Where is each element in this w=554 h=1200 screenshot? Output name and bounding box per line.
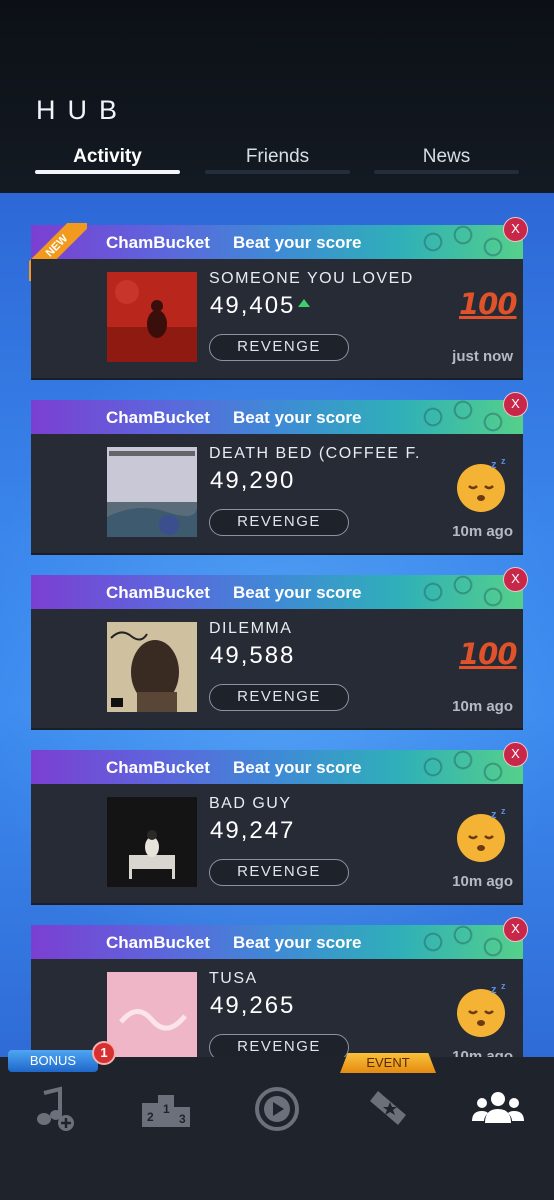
activity-card: ChamBucket Beat your score NEW SOMEONE Y…	[29, 217, 528, 380]
song-title: SOMEONE YOU LOVED	[209, 270, 414, 287]
tab-friends[interactable]: Friends	[205, 144, 350, 174]
activity-message: Beat your score	[233, 583, 362, 602]
ticket-icon[interactable]	[360, 1085, 416, 1135]
sleepy-face-icon: z z	[457, 981, 506, 1037]
song-title: TUSA	[209, 970, 258, 987]
card-body: SOMEONE YOU LOVED 49,405 REVENGE 100 jus…	[31, 259, 523, 380]
score-up-arrow-icon	[298, 299, 311, 307]
revenge-button[interactable]: REVENGE	[209, 334, 349, 361]
card-body: BAD GUY 49,247 REVENGE z z 10m ago	[31, 784, 523, 905]
tab-underline	[205, 170, 350, 174]
tab-activity[interactable]: Activity	[35, 144, 180, 174]
dismiss-button[interactable]: X	[503, 742, 528, 767]
bonus-label[interactable]: BONUS	[8, 1050, 98, 1072]
timestamp: just now	[452, 348, 513, 365]
activity-card: ChamBucket Beat your score TUSA 49,265 R…	[31, 917, 528, 1057]
revenge-button[interactable]: REVENGE	[209, 684, 349, 711]
activity-message: Beat your score	[233, 758, 362, 777]
svg-text:3: 3	[179, 1112, 186, 1126]
activity-card: ChamBucket Beat your score DILEMMA 49,58…	[31, 567, 528, 730]
dismiss-button[interactable]: X	[503, 567, 528, 592]
activity-message: Beat your score	[233, 933, 362, 952]
music-add-icon[interactable]	[30, 1085, 86, 1135]
score: 49,290	[210, 467, 295, 495]
svg-text:z: z	[491, 809, 497, 821]
score-value: 49,247	[210, 817, 296, 844]
friend-name[interactable]: ChamBucket	[106, 583, 210, 603]
song-title: DEATH BED (COFFEE F...	[209, 445, 419, 462]
dismiss-button[interactable]: X	[503, 217, 528, 242]
score: 49,247	[210, 817, 295, 845]
svg-text:2: 2	[147, 1110, 154, 1124]
tab-label: Friends	[245, 146, 310, 167]
friends-group-icon[interactable]	[470, 1085, 526, 1135]
svg-text:z: z	[491, 459, 497, 471]
sleepy-face-icon: z z	[457, 456, 506, 512]
hundred-icon: 100	[459, 637, 518, 671]
score-value: 49,588	[210, 642, 296, 669]
play-icon[interactable]	[249, 1085, 305, 1135]
score: 49,588	[210, 642, 295, 670]
score-value: 49,405	[210, 292, 296, 319]
score: 49,265	[210, 992, 295, 1020]
song-title: BAD GUY	[209, 795, 292, 812]
revenge-button[interactable]: REVENGE	[209, 859, 349, 886]
dismiss-button[interactable]: X	[503, 392, 528, 417]
activity-feed[interactable]: ChamBucket Beat your score NEW SOMEONE Y…	[0, 193, 554, 1057]
activity-message: Beat your score	[233, 233, 362, 252]
hundred-icon: 100	[459, 287, 518, 321]
score-value: 49,290	[210, 467, 296, 494]
svg-text:z: z	[501, 806, 506, 816]
tab-label: Activity	[73, 146, 142, 167]
album-art	[107, 972, 197, 1057]
score-value: 49,265	[210, 992, 296, 1019]
tab-underline	[374, 170, 519, 174]
revenge-button[interactable]: REVENGE	[209, 509, 349, 536]
hub-header: HUB Activity Friends News	[0, 0, 554, 193]
activity-message: Beat your score	[233, 408, 362, 427]
sleepy-face-icon: z z	[457, 806, 506, 862]
friend-name[interactable]: ChamBucket	[106, 933, 210, 953]
page-title: HUB	[36, 95, 130, 125]
album-art	[107, 797, 197, 887]
friend-name[interactable]: ChamBucket	[106, 408, 210, 428]
dismiss-button[interactable]: X	[503, 917, 528, 942]
friend-name[interactable]: ChamBucket	[106, 758, 210, 778]
card-body: DILEMMA 49,588 REVENGE 100 10m ago	[31, 609, 523, 730]
leaderboard-podium-icon[interactable]: 2 1 3	[138, 1085, 194, 1135]
svg-text:z: z	[501, 981, 506, 991]
timestamp: 10m ago	[452, 873, 513, 890]
tab-label: News	[422, 146, 471, 167]
activity-card: ChamBucket Beat your score DEATH BED (CO…	[31, 392, 528, 555]
activity-card: ChamBucket Beat your score BAD GUY 49,24…	[31, 742, 528, 905]
album-art	[107, 447, 197, 537]
bonus-count-badge: 1	[92, 1041, 116, 1065]
event-label[interactable]: EVENT	[340, 1053, 436, 1073]
svg-text:z: z	[501, 456, 506, 466]
svg-text:1: 1	[163, 1102, 170, 1116]
score: 49,405	[210, 292, 311, 320]
timestamp: 10m ago	[452, 523, 513, 540]
svg-text:z: z	[491, 984, 497, 996]
revenge-button[interactable]: REVENGE	[209, 1034, 349, 1057]
timestamp: 10m ago	[452, 1048, 513, 1057]
card-body: DEATH BED (COFFEE F... 49,290 REVENGE z …	[31, 434, 523, 555]
timestamp: 10m ago	[452, 698, 513, 715]
tab-news[interactable]: News	[374, 144, 519, 174]
song-title: DILEMMA	[209, 620, 293, 637]
tab-underline	[35, 170, 180, 174]
album-art	[107, 622, 197, 712]
album-art	[107, 272, 197, 362]
friend-name[interactable]: ChamBucket	[106, 233, 210, 253]
